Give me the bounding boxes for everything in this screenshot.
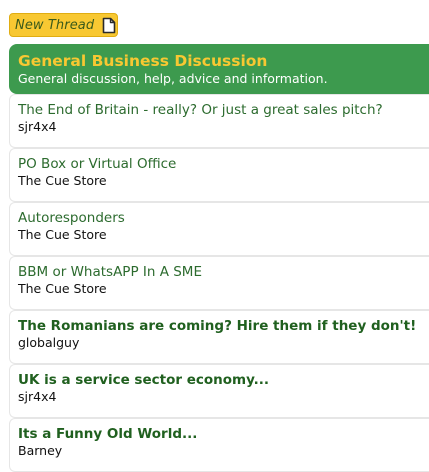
thread-title-link[interactable]: PO Box or Virtual Office (18, 156, 429, 173)
forum-title: General Business Discussion (18, 52, 268, 70)
thread-title-link[interactable]: The Romanians are coming? Hire them if t… (18, 318, 429, 335)
forum-header: General Business Discussion General disc… (9, 44, 429, 94)
thread-author: globalguy (18, 335, 80, 350)
new-thread-label: New Thread (15, 17, 95, 33)
thread-title-link[interactable]: The End of Britain - really? Or just a g… (18, 102, 429, 119)
document-icon (102, 17, 116, 34)
thread-title-link[interactable]: UK is a service sector economy... (18, 372, 429, 389)
thread-author: sjr4x4 (18, 389, 57, 404)
thread-title-link[interactable]: Its a Funny Old World... (18, 426, 429, 443)
thread-row[interactable]: PO Box or Virtual Office The Cue Store (9, 148, 429, 202)
thread-row[interactable]: Autoresponders The Cue Store (9, 202, 429, 256)
thread-author: Barney (18, 443, 63, 458)
thread-row[interactable]: Its a Funny Old World... Barney (9, 418, 429, 472)
thread-title-link[interactable]: BBM or WhatsAPP In A SME (18, 264, 429, 281)
thread-row[interactable]: The End of Britain - really? Or just a g… (9, 94, 429, 148)
thread-row[interactable]: BBM or WhatsAPP In A SME The Cue Store (9, 256, 429, 310)
thread-author: The Cue Store (18, 227, 107, 242)
thread-list: The End of Britain - really? Or just a g… (9, 94, 429, 472)
new-thread-button[interactable]: New Thread (9, 13, 118, 37)
thread-title-link[interactable]: Autoresponders (18, 210, 429, 227)
thread-author: The Cue Store (18, 173, 107, 188)
thread-row[interactable]: The Romanians are coming? Hire them if t… (9, 310, 429, 364)
thread-row[interactable]: UK is a service sector economy... sjr4x4 (9, 364, 429, 418)
thread-author: sjr4x4 (18, 119, 57, 134)
thread-author: The Cue Store (18, 281, 107, 296)
forum-description: General discussion, help, advice and inf… (18, 71, 328, 86)
